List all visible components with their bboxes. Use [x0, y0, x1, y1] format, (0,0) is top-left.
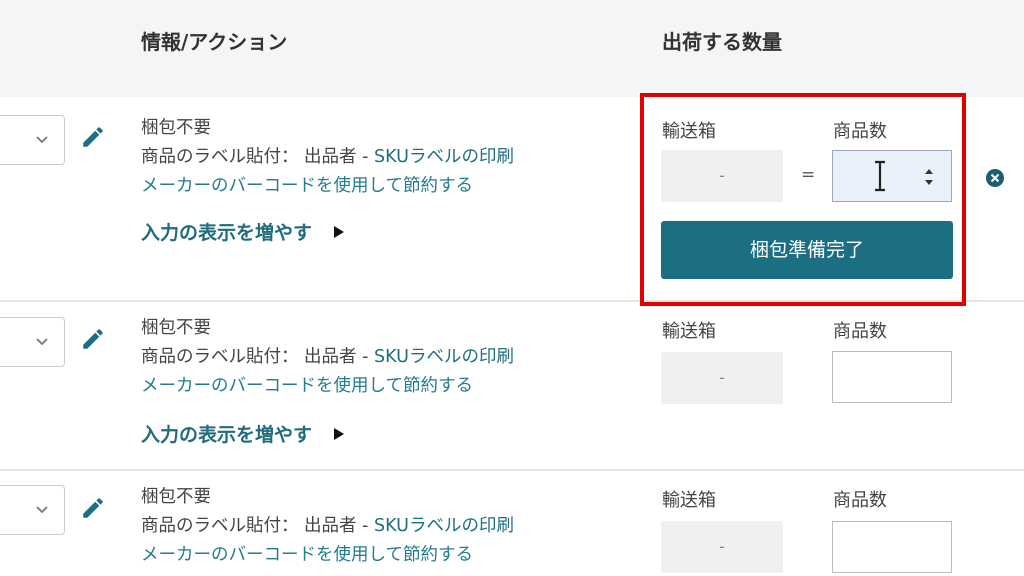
remove-circle-icon[interactable] — [984, 167, 1006, 189]
pencil-icon[interactable] — [80, 495, 106, 521]
condition-select[interactable] — [0, 115, 65, 165]
item-info: 梱包不要 商品のラベル貼付： 出品者 - SKUラベルの印刷 メーカーのバーコー… — [141, 314, 514, 401]
pencil-icon[interactable] — [80, 124, 106, 150]
table-row: 梱包不要 商品のラベル貼付： 出品者 - SKUラベルの印刷 メーカーのバーコー… — [0, 469, 1024, 576]
item-info: 梱包不要 商品のラベル貼付： 出品者 - SKUラベルの印刷 メーカーのバーコー… — [141, 483, 514, 570]
condition-select[interactable] — [0, 485, 65, 535]
show-more-label: 入力の表示を増やす — [141, 424, 313, 446]
condition-select[interactable] — [0, 317, 65, 367]
pencil-icon[interactable] — [80, 326, 106, 352]
label-text: 商品のラベル貼付： 出品者 - — [141, 147, 375, 167]
quantity-input[interactable] — [832, 351, 952, 403]
quantity-label: 商品数 — [833, 321, 887, 342]
barcode-link[interactable]: メーカーのバーコードを使用して節約する — [141, 372, 514, 401]
column-header-quantity: 出荷する数量 — [662, 30, 782, 54]
box-count-field: - — [661, 352, 783, 404]
barcode-link[interactable]: メーカーのバーコードを使用して節約する — [141, 541, 514, 570]
label-text: 商品のラベル貼付： 出品者 - — [141, 516, 375, 536]
show-more-label: 入力の表示を増やす — [141, 222, 313, 244]
box-label: 輸送箱 — [662, 490, 716, 511]
packing-text: 梱包不要 — [141, 487, 211, 507]
quantity-label: 商品数 — [833, 490, 887, 511]
show-more-inputs-link[interactable]: 入力の表示を増やす — [141, 218, 345, 245]
highlight-frame — [640, 93, 966, 306]
column-header-info: 情報/アクション — [141, 30, 288, 54]
play-icon — [334, 225, 345, 238]
packing-text: 梱包不要 — [141, 118, 211, 138]
print-sku-label-link[interactable]: SKUラベルの印刷 — [374, 147, 514, 167]
table-header: 情報/アクション 出荷する数量 — [0, 0, 1024, 97]
table-row: 梱包不要 商品のラベル貼付： 出品者 - SKUラベルの印刷 メーカーのバーコー… — [0, 301, 1024, 469]
play-icon — [334, 427, 345, 440]
packing-text: 梱包不要 — [141, 318, 211, 338]
quantity-input[interactable] — [832, 521, 952, 573]
show-more-inputs-link[interactable]: 入力の表示を増やす — [141, 420, 345, 447]
print-sku-label-link[interactable]: SKUラベルの印刷 — [374, 516, 514, 536]
item-info: 梱包不要 商品のラベル貼付： 出品者 - SKUラベルの印刷 メーカーのバーコー… — [141, 114, 514, 201]
label-text: 商品のラベル貼付： 出品者 - — [141, 347, 375, 367]
print-sku-label-link[interactable]: SKUラベルの印刷 — [374, 347, 514, 367]
box-label: 輸送箱 — [662, 321, 716, 342]
chevron-down-icon — [36, 136, 48, 144]
chevron-down-icon — [36, 338, 48, 346]
box-count-field: - — [661, 521, 783, 573]
chevron-down-icon — [36, 506, 48, 514]
barcode-link[interactable]: メーカーのバーコードを使用して節約する — [141, 172, 514, 201]
